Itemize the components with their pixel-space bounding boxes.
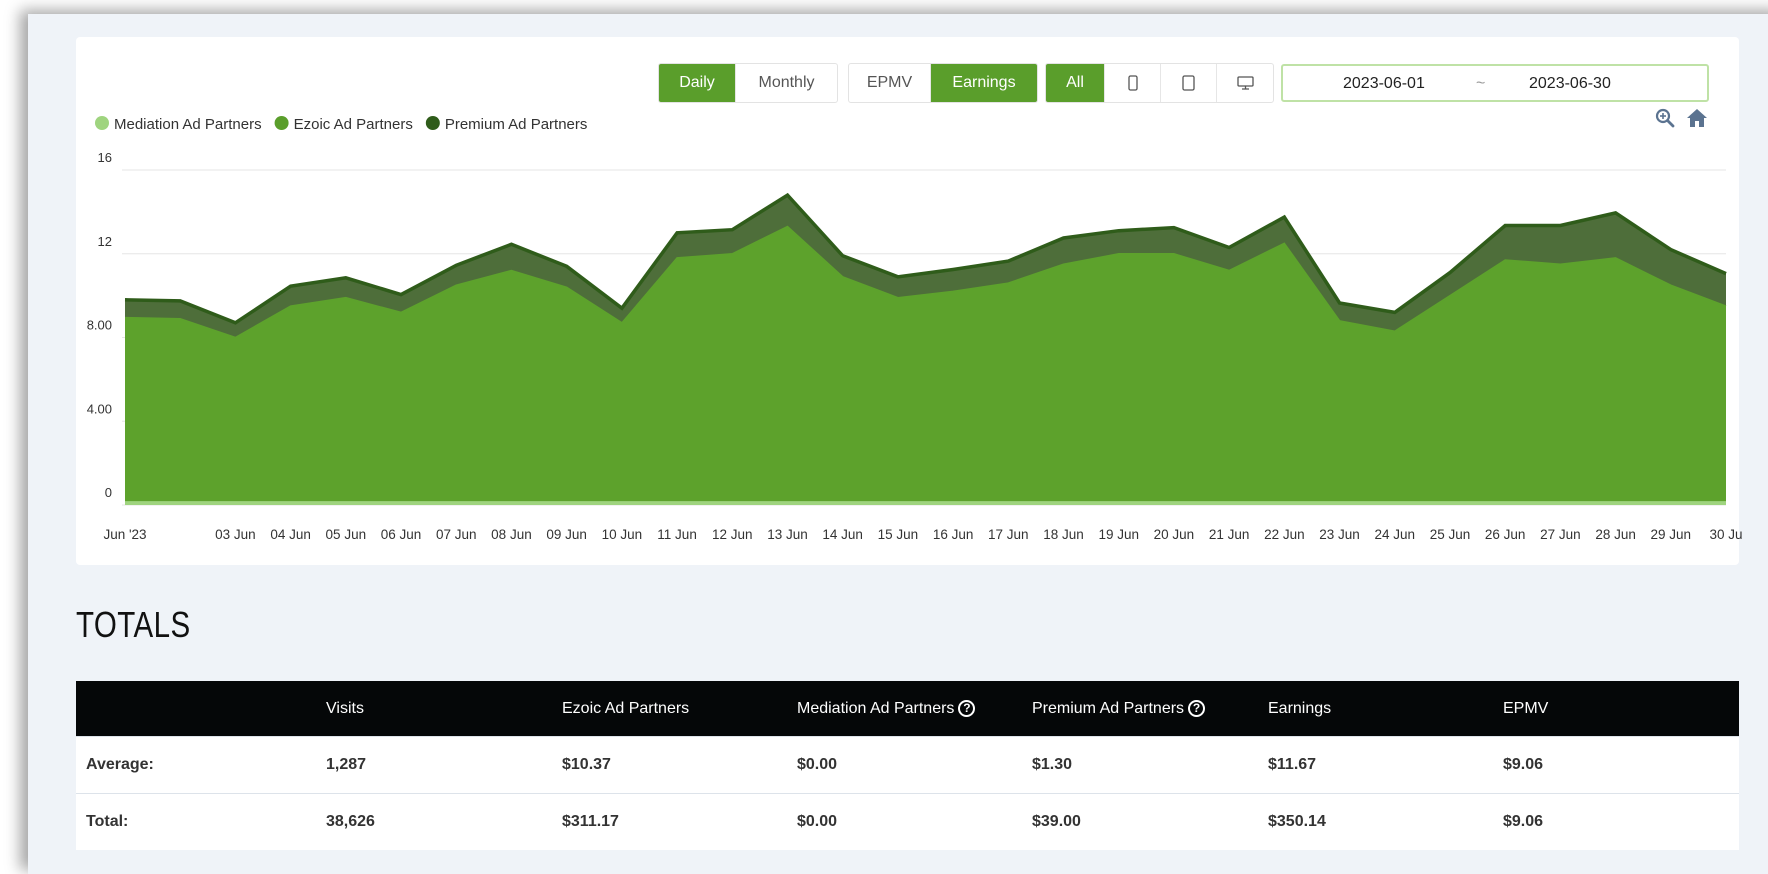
- table-cell: $1.30: [1032, 736, 1268, 794]
- x-tick-label: 15 Jun: [878, 527, 919, 542]
- chart-legend: Mediation Ad Partners Ezoic Ad Partners Pr…: [95, 116, 587, 133]
- x-axis: Jun '23 03 Jun 04 Jun 05 Jun 06 Jun 07 Jun 08 …: [103, 527, 1742, 542]
- x-tick-label: 17 Jun: [988, 527, 1029, 542]
- totals-table: Visits Ezoic Ad Partners Mediation Ad Pa…: [76, 681, 1739, 850]
- table-cell: $11.67: [1268, 736, 1503, 794]
- column-header-premium: Premium Ad Partners?: [1032, 681, 1268, 737]
- x-tick-label: 10 Jun: [602, 527, 643, 542]
- table-cell: 38,626: [326, 793, 562, 850]
- table-row: Average: 1,287 $10.37 $0.00 $1.30 $11.67…: [76, 736, 1739, 794]
- legend-item[interactable]: Mediation Ad Partners: [95, 116, 262, 133]
- column-header-earnings: Earnings: [1268, 681, 1503, 737]
- x-tick-label: 13 Jun: [767, 527, 808, 542]
- x-tick-label: 11 Jun: [657, 527, 697, 542]
- y-tick-label: 12: [98, 234, 112, 249]
- table-cell: $9.06: [1503, 736, 1739, 794]
- earnings-chart: Mediation Ad Partners Ezoic Ad Partners Pr…: [87, 108, 1743, 542]
- x-tick-label: 29 Jun: [1651, 527, 1692, 542]
- column-header-mediation-label: Mediation Ad Partners: [797, 699, 955, 717]
- totals-title: TOTALS: [76, 604, 191, 645]
- x-tick-label: 26 Jun: [1485, 527, 1526, 542]
- x-tick-label: 07 Jun: [436, 527, 477, 542]
- y-tick-label: 4.00: [87, 401, 112, 416]
- column-header-visits: Visits: [326, 681, 562, 737]
- x-tick-label: 22 Jun: [1264, 527, 1305, 542]
- x-tick-label: 30 Ju: [1709, 527, 1742, 542]
- legend-label: Mediation Ad Partners: [114, 116, 262, 133]
- table-cell: $9.06: [1503, 793, 1739, 850]
- table-cell: $0.00: [797, 793, 1032, 850]
- legend-item[interactable]: Ezoic Ad Partners: [274, 116, 413, 133]
- x-tick-label: 09 Jun: [546, 527, 587, 542]
- table-cell: 1,287: [326, 736, 562, 794]
- legend-label: Premium Ad Partners: [445, 116, 588, 133]
- table-cell: $311.17: [562, 793, 797, 850]
- row-label-text: Average:: [86, 756, 154, 773]
- y-tick-label: 8.00: [87, 318, 112, 333]
- table-header-row: Visits Ezoic Ad Partners Mediation Ad Pa…: [76, 681, 1739, 737]
- x-tick-label: 06 Jun: [381, 527, 422, 542]
- column-header-epmv: EPMV: [1503, 681, 1739, 737]
- row-label: Total:: [76, 793, 326, 850]
- x-tick-label: 05 Jun: [326, 527, 367, 542]
- x-tick-label: 19 Jun: [1098, 527, 1139, 542]
- x-tick-label: 25 Jun: [1430, 527, 1471, 542]
- column-header-premium-label: Premium Ad Partners: [1032, 699, 1185, 717]
- x-tick-label: 20 Jun: [1154, 527, 1195, 542]
- x-tick-label: 24 Jun: [1374, 527, 1415, 542]
- x-tick-label: 18 Jun: [1043, 527, 1084, 542]
- x-tick-label: 08 Jun: [491, 527, 532, 542]
- legend-label: Ezoic Ad Partners: [294, 116, 413, 133]
- column-header-label: [76, 681, 326, 737]
- table-row: Total: 38,626 $311.17 $0.00 $39.00 $350.…: [76, 793, 1739, 850]
- row-label: Average:: [76, 736, 326, 794]
- legend-swatch: [274, 116, 289, 130]
- legend-swatch: [95, 116, 109, 130]
- x-tick-label: 27 Jun: [1540, 527, 1581, 542]
- y-tick-label: 16: [98, 150, 112, 165]
- x-tick-label: 21 Jun: [1209, 527, 1250, 542]
- x-tick-label: Jun '23: [103, 527, 146, 542]
- home-icon[interactable]: [1687, 109, 1707, 127]
- x-tick-label: 16 Jun: [933, 527, 974, 542]
- table-cell: $350.14: [1268, 793, 1503, 850]
- x-tick-label: 14 Jun: [822, 527, 863, 542]
- column-header-mediation: Mediation Ad Partners?: [797, 681, 1032, 737]
- row-label-text: Total:: [86, 813, 129, 830]
- x-tick-label: 04 Jun: [270, 527, 311, 542]
- zoom-icon[interactable]: [1655, 108, 1675, 128]
- x-tick-label: 12 Jun: [712, 527, 753, 542]
- table-cell: $39.00: [1032, 793, 1268, 850]
- y-axis: 0 4.00 8.00 12 16: [87, 150, 112, 500]
- chart-areas: [124, 192, 1727, 505]
- help-icon[interactable]: ?: [1188, 699, 1206, 717]
- x-tick-label: 23 Jun: [1319, 527, 1360, 542]
- y-tick-label: 0: [105, 485, 112, 500]
- help-icon[interactable]: ?: [958, 699, 976, 717]
- legend-item[interactable]: Premium Ad Partners: [425, 116, 588, 133]
- x-tick-label: 28 Jun: [1595, 527, 1636, 542]
- table-cell: $10.37: [562, 736, 797, 794]
- table-cell: $0.00: [797, 736, 1032, 794]
- legend-swatch: [425, 116, 440, 130]
- x-tick-label: 03 Jun: [215, 527, 256, 542]
- column-header-ezoic: Ezoic Ad Partners: [562, 681, 797, 737]
